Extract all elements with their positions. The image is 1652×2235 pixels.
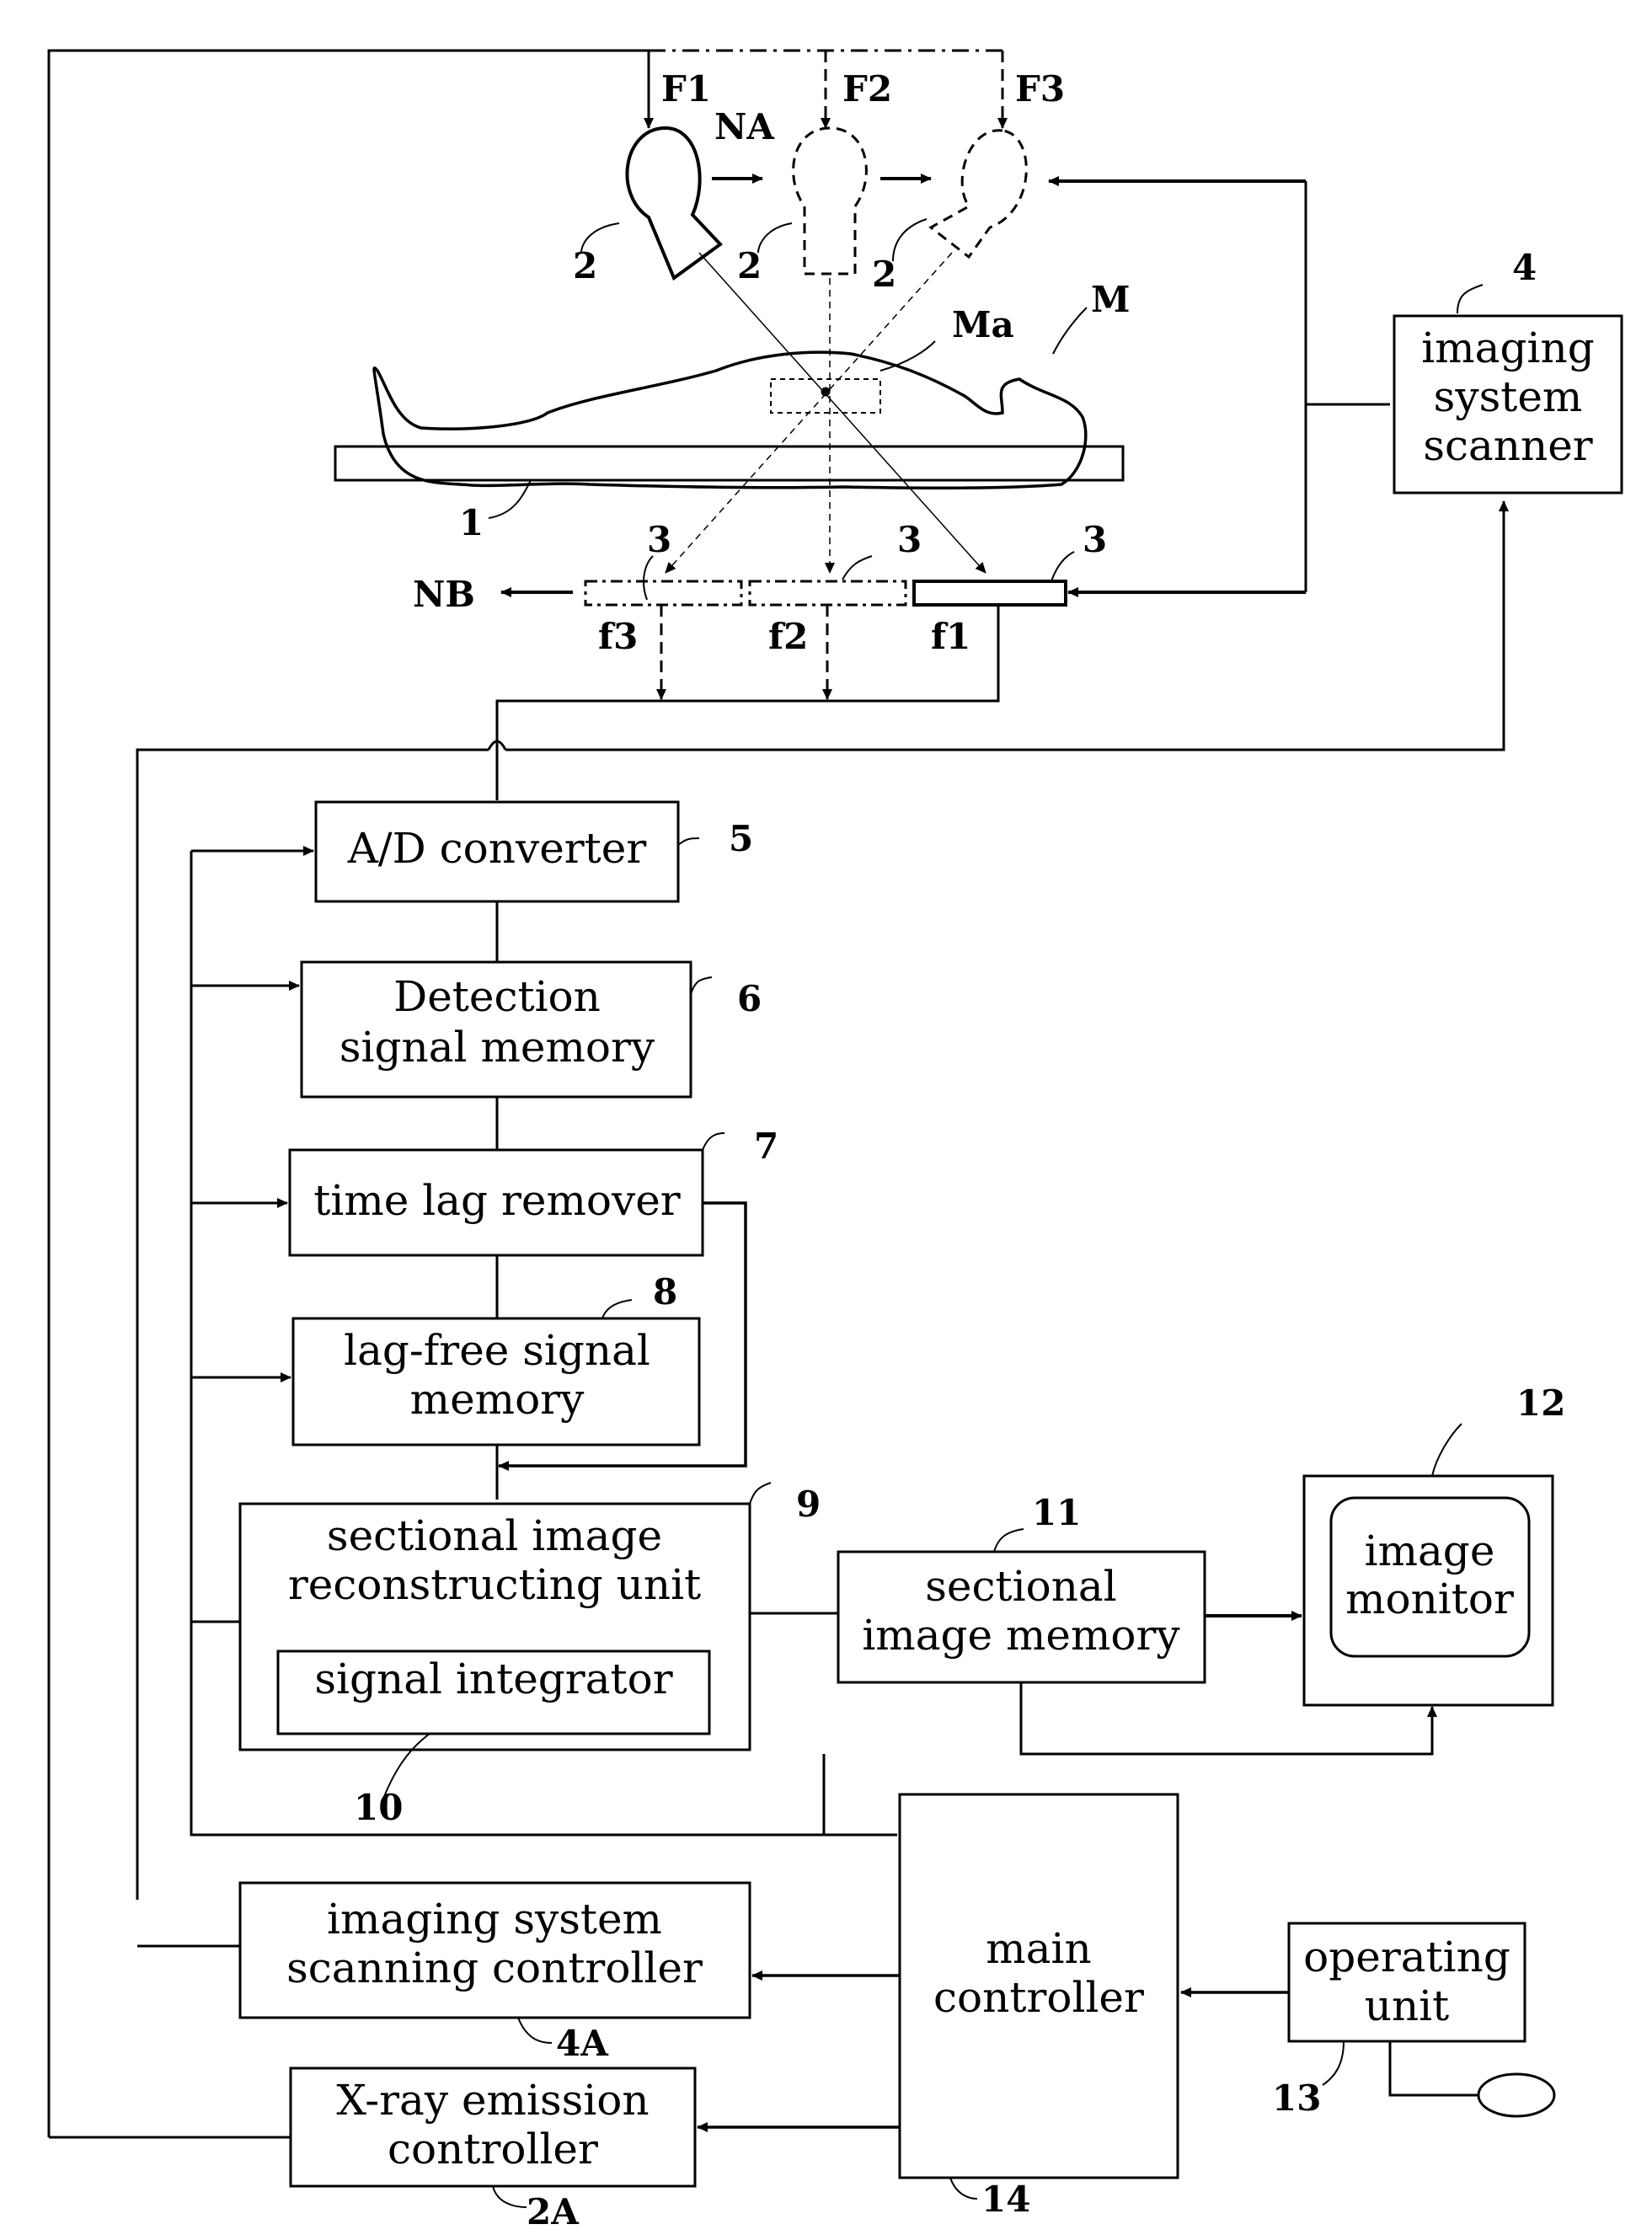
scanctrl-label-2: scanning controller [286, 1944, 703, 1992]
ref-detector-3: 3 [1083, 519, 1107, 560]
xray-tube-f2 [792, 126, 868, 275]
input-device-cable [1388, 2041, 1478, 2097]
detector-f1 [912, 580, 1067, 607]
label-f1: F1 [661, 68, 711, 110]
ref-integrator: 10 [354, 1787, 403, 1828]
detector-f2 [748, 580, 907, 607]
integrator-label: signal integrator [314, 1655, 672, 1703]
label-nb: NB [413, 574, 475, 615]
ref-table: 1 [459, 502, 484, 543]
secmem-label-1: sectional [925, 1562, 1116, 1611]
scanctrl-label-1: imaging system [327, 1895, 662, 1944]
lagfree-label-1: lag-free signal [344, 1326, 650, 1375]
lagfree-label-2: memory [410, 1375, 585, 1424]
patient-table [334, 445, 1125, 482]
label-f1-detector: f1 [931, 616, 970, 657]
detmem-label-2: signal memory [339, 1023, 655, 1072]
ref-secmem: 11 [1032, 1492, 1081, 1533]
recon-label-1: sectional image [327, 1511, 662, 1560]
ref-ad: 5 [729, 818, 753, 859]
xray-tube-f3 [928, 129, 1028, 259]
label-f3-detector: f3 [598, 616, 638, 657]
recon-label-2: reconstructing unit [288, 1560, 701, 1609]
secmem-label-2: image memory [862, 1611, 1180, 1660]
label-f3: F3 [1015, 68, 1065, 110]
focal-point [821, 387, 831, 397]
ref-operating: 13 [1272, 2077, 1321, 2119]
xray-tube-f1 [625, 126, 724, 281]
patient-outline [372, 350, 1088, 489]
detmem-label-1: Detection [393, 972, 601, 1021]
ref-xrayctrl: 2A [527, 2191, 580, 2232]
scanner-label-2: system [1434, 372, 1583, 421]
operating-label-2: unit [1365, 1981, 1450, 2030]
ref-tube-3: 2 [872, 254, 896, 295]
label-m: M [1091, 279, 1131, 320]
operating-label-1: operating [1303, 1933, 1510, 1981]
xrayctrl-label-1: X-ray emission [336, 2076, 649, 2125]
ad-converter-label: A/D converter [347, 824, 647, 873]
lagrem-label: time lag remover [313, 1176, 681, 1225]
ref-lagrem: 7 [754, 1126, 778, 1167]
block-diagram: F1 F2 F3 NA NB M Ma f3 f2 f1 2 2 2 1 3 3… [47, 49, 1623, 2232]
main-label-1: main [986, 1924, 1091, 1973]
detector-output-lines [495, 605, 1000, 800]
main-label-2: controller [933, 1973, 1144, 2022]
ref-scanner: 4 [1512, 247, 1537, 288]
label-f2: F2 [842, 68, 892, 110]
input-device-icon [1477, 2072, 1556, 2118]
ref-main: 14 [981, 2179, 1030, 2220]
scanner-label-3: scanner [1423, 421, 1592, 470]
ref-monitor: 12 [1516, 1382, 1565, 1424]
monitor-label-2: monitor [1345, 1575, 1514, 1623]
ref-tube-2: 2 [737, 245, 762, 286]
ref-recon: 9 [796, 1484, 821, 1525]
label-f2-detector: f2 [768, 616, 808, 657]
secmem-monitor-line [1019, 1682, 1437, 1756]
ref-detmem: 6 [737, 978, 762, 1019]
label-na: NA [714, 106, 775, 147]
monitor-label-1: image [1365, 1527, 1495, 1575]
ref-detector-2: 3 [897, 519, 922, 560]
ref-lagfree: 8 [653, 1271, 677, 1313]
label-ma: Ma [952, 304, 1014, 345]
scanner-label-1: imaging [1421, 323, 1594, 372]
detector-f3 [584, 580, 743, 607]
ref-tube-1: 2 [573, 245, 597, 286]
xrayctrl-label-2: controller [388, 2125, 598, 2174]
ref-scanctrl: 4A [556, 2023, 609, 2064]
ref-detector-1: 3 [647, 519, 671, 560]
